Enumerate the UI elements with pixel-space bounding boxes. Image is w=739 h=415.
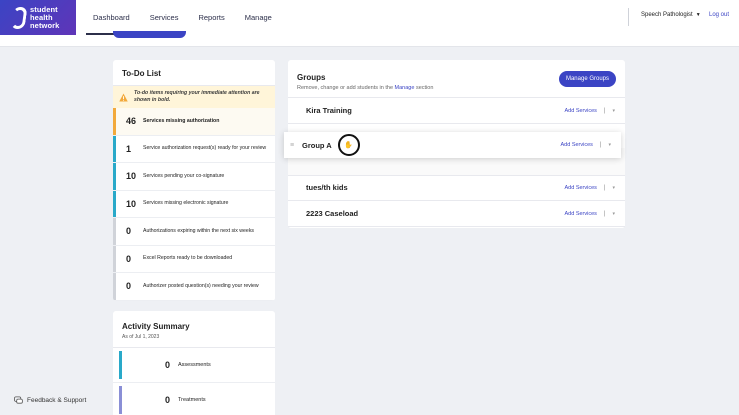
main-nav: Dashboard Services Reports Manage [86, 0, 285, 35]
drag-handle-icon[interactable]: ≡ [284, 142, 302, 149]
todo-item[interactable]: 10 Services missing electronic signature [113, 190, 275, 218]
activity-list: 0 Assessments 0 Treatments [113, 348, 275, 415]
chevron-down-icon[interactable]: ▾ [612, 211, 615, 217]
add-services-link[interactable]: Add Services [561, 142, 593, 148]
logo-s-icon [10, 6, 28, 29]
nav-reports[interactable]: Reports [191, 0, 231, 35]
role-label: Speech Pathologist [641, 12, 693, 18]
todo-note: To-do items requiring your immediate att… [113, 86, 275, 108]
todo-item[interactable]: 1 Service authorization request(s) ready … [113, 135, 275, 163]
todo-item[interactable]: 0 Authorizer posted question(s) needing y… [113, 273, 275, 301]
group-name: 2223 Caseload [306, 209, 359, 218]
todo-item[interactable]: 0 Authorizations expiring within the next… [113, 218, 275, 246]
todo-item[interactable]: 0 Excel Reports ready to be downloaded [113, 245, 275, 273]
chat-icon [14, 396, 23, 404]
todo-count: 0 [126, 281, 132, 292]
brand-logo[interactable]: student health network [0, 0, 76, 35]
todo-list: 46 Services missing authorization 1 Service… [113, 108, 275, 301]
role-dropdown[interactable]: Speech Pathologist ▼ [641, 12, 701, 18]
header-divider [628, 8, 629, 26]
activity-title: Activity Summary [122, 322, 190, 331]
nav-dashboard[interactable]: Dashboard [86, 0, 137, 35]
nav-manage[interactable]: Manage [238, 0, 279, 35]
logout-link[interactable]: Log out [709, 12, 729, 18]
group-row[interactable]: Kira Training Add Services | ▾ [288, 98, 625, 124]
chevron-down-icon[interactable]: ▾ [608, 142, 611, 148]
activity-count: 0 [164, 360, 170, 370]
activity-item[interactable]: 0 Treatments [113, 383, 275, 415]
group-row[interactable]: tues/th kids Add Services | ▾ [288, 175, 625, 201]
nav-services[interactable]: Services [143, 0, 186, 35]
top-nav-bar: student health network Dashboard Service… [0, 0, 739, 47]
todo-note-text: To-do items requiring your immediate att… [134, 90, 260, 103]
add-services-link[interactable]: Add Services [565, 108, 597, 114]
todo-item[interactable]: 46 Services missing authorization [113, 108, 275, 136]
todo-count: 10 [126, 171, 137, 182]
todo-title: To-Do List [113, 60, 275, 86]
todo-count: 10 [126, 198, 137, 209]
caret-down-icon: ▼ [695, 12, 701, 18]
add-services-link[interactable]: Add Services [565, 185, 597, 191]
todo-count: 0 [126, 253, 132, 264]
todo-card: To-Do List To-do items requiring your im… [113, 60, 275, 301]
group-row[interactable]: 2223 Caseload Add Services | ▾ [288, 201, 625, 227]
todo-count: 1 [126, 143, 132, 154]
activity-date: As of Jul 1, 2023 [122, 334, 160, 340]
activity-item[interactable]: 0 Assessments [113, 348, 275, 383]
separator: | [603, 107, 606, 114]
feedback-label: Feedback & Support [27, 397, 87, 404]
group-name: Kira Training [306, 106, 352, 115]
todo-count: 46 [126, 116, 137, 127]
feedback-support-link[interactable]: Feedback & Support [14, 396, 86, 405]
dragging-group-row[interactable]: ≡ Group A ✋ Add Services | ▾ [284, 132, 621, 158]
separator: | [603, 210, 606, 217]
todo-label: Services pending your co-signature [143, 172, 225, 179]
add-services-link[interactable]: Add Services [565, 211, 597, 217]
warning-icon [119, 92, 128, 102]
chevron-down-icon[interactable]: ▾ [612, 185, 615, 191]
todo-item[interactable]: 10 Services pending your co-signature [113, 163, 275, 191]
activity-label: Treatments [178, 397, 206, 403]
chevron-down-icon[interactable]: ▾ [612, 108, 615, 114]
todo-label: Authorizations expiring within the next … [143, 227, 255, 234]
active-nav-indicator [113, 31, 186, 38]
todo-label: Services missing authorization [143, 117, 220, 124]
todo-label: Authorizer posted question(s) needing yo… [143, 282, 259, 289]
group-name: tues/th kids [306, 183, 348, 192]
activity-card: Activity Summary As of Jul 1, 2023 0 Asse… [113, 311, 275, 415]
todo-label: Service authorization request(s) ready f… [143, 145, 267, 152]
activity-label: Assessments [178, 362, 211, 368]
todo-count: 0 [126, 226, 132, 237]
manage-link[interactable]: Manage [395, 85, 415, 91]
separator: | [603, 184, 606, 191]
separator: | [599, 142, 602, 148]
manage-groups-button[interactable]: Manage Groups [558, 71, 616, 87]
brand-line-3: network [30, 20, 60, 30]
grab-cursor-icon: ✋ [337, 134, 360, 156]
todo-label: Excel Reports ready to be downloaded [143, 255, 233, 262]
group-name: Group A [302, 140, 332, 150]
todo-label: Services missing electronic signature [143, 200, 229, 207]
activity-count: 0 [164, 395, 170, 405]
